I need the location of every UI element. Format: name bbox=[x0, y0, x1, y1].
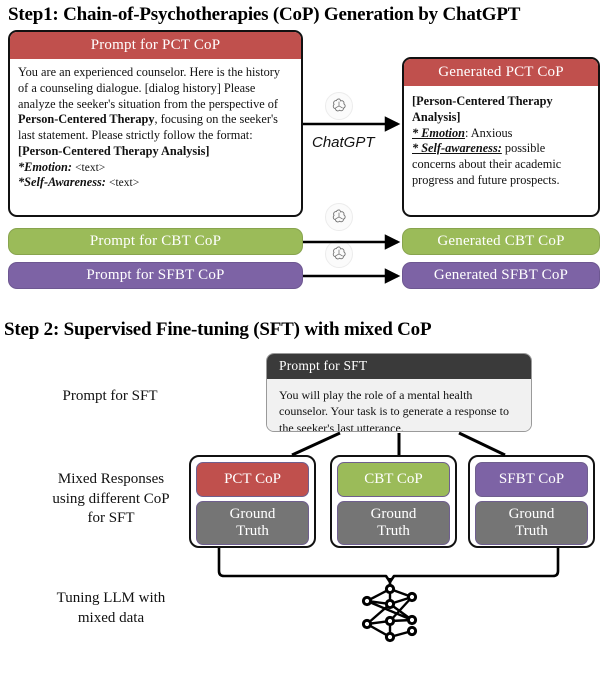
prompt-pct-format-header: [Person-Centered Therapy Analysis] bbox=[18, 143, 210, 158]
generated-pct-selfawareness-label: * Self-awareness: bbox=[412, 141, 502, 156]
sft-prompt-card: Prompt for SFT You will play the role of… bbox=[266, 353, 532, 432]
label-prompt-sft: Prompt for SFT bbox=[62, 388, 158, 404]
step2-title: Step 2: Supervised Fine-tuning (SFT) wit… bbox=[4, 319, 432, 340]
generated-pct-card: Generated PCT CoP [Person-Centered Thera… bbox=[402, 57, 600, 217]
mixed-response-group-sfbt: SFBT CoP Ground Truth bbox=[468, 455, 595, 548]
ground-truth-pill-cbt: Ground Truth bbox=[337, 501, 450, 545]
prompt-pct-field-emotion-label: *Emotion: bbox=[18, 159, 72, 174]
ground-truth-pill-pct: Ground Truth bbox=[196, 501, 309, 545]
connector-sft-to-pct bbox=[291, 431, 341, 457]
generated-pct-header: Generated PCT CoP bbox=[404, 59, 598, 87]
sft-prompt-header: Prompt for SFT bbox=[267, 354, 531, 380]
chatgpt-logo-icon bbox=[325, 240, 353, 268]
label-tuning-llm: Tuning LLM with mixed data bbox=[6, 589, 216, 628]
ground-truth-line-1: Ground bbox=[229, 505, 276, 522]
prompt-pct-field-emotion-value: <text> bbox=[75, 161, 106, 174]
ground-truth-pill-sfbt: Ground Truth bbox=[475, 501, 588, 545]
prompt-pct-card: Prompt for PCT CoP You are an experience… bbox=[8, 30, 303, 217]
ground-truth-line-1: Ground bbox=[508, 505, 555, 522]
prompt-pct-text-1: You are an experienced counselor. Here i… bbox=[18, 65, 281, 111]
prompt-sfbt-pill: Prompt for SFBT CoP bbox=[8, 262, 303, 289]
label-tuning-line-2: mixed data bbox=[77, 609, 145, 626]
prompt-pct-header: Prompt for PCT CoP bbox=[10, 32, 301, 60]
neural-network-icon bbox=[361, 583, 418, 643]
prompt-pct-field-emotion: *Emotion: <text> bbox=[18, 160, 293, 176]
prompt-pct-field-selfawareness-label: *Self-Awareness: bbox=[18, 175, 106, 190]
label-mixed-line-3: for SFT bbox=[87, 510, 135, 526]
generated-pct-emotion-label: * Emotion bbox=[412, 125, 465, 140]
cop-pill-sfbt: SFBT CoP bbox=[475, 462, 588, 497]
connector-sft-to-sfbt bbox=[458, 431, 506, 457]
label-mixed-line-1: Mixed Responses bbox=[57, 471, 165, 487]
cop-pill-cbt: CBT CoP bbox=[337, 462, 450, 497]
generated-pct-analysis-title: [Person-Centered Therapy Analysis] bbox=[412, 94, 553, 124]
label-mixed-line-2: using different CoP bbox=[52, 490, 170, 507]
chatgpt-logo-icon bbox=[325, 92, 353, 120]
label-tuning-line-1: Tuning LLM with bbox=[56, 590, 166, 606]
generated-sfbt-pill: Generated SFBT CoP bbox=[402, 262, 600, 289]
prompt-pct-paragraph: You are an experienced counselor. Here i… bbox=[18, 65, 293, 144]
prompt-pct-field-selfawareness-value: <text> bbox=[108, 177, 140, 190]
generated-pct-selfawareness-line: * Self-awareness: possible concerns abou… bbox=[412, 141, 590, 188]
prompt-pct-body: You are an experienced counselor. Here i… bbox=[10, 59, 301, 195]
generated-cbt-pill: Generated CBT CoP bbox=[402, 228, 600, 255]
ground-truth-line-2: Truth bbox=[236, 523, 269, 539]
cop-pill-pct: PCT CoP bbox=[196, 462, 309, 497]
chatgpt-logo-icon bbox=[325, 203, 353, 231]
label-mixed-responses: Mixed Responses using different CoP for … bbox=[6, 470, 216, 529]
prompt-pct-bold-therapy: Person-Centered Therapy bbox=[18, 112, 155, 127]
mixed-response-group-pct: PCT CoP Ground Truth bbox=[189, 455, 316, 548]
generated-pct-body: [Person-Centered Therapy Analysis] * Emo… bbox=[404, 86, 598, 192]
connector-brace bbox=[217, 548, 560, 584]
ground-truth-line-2: Truth bbox=[515, 523, 548, 539]
prompt-cbt-pill: Prompt for CBT CoP bbox=[8, 228, 303, 255]
chatgpt-label: ChatGPT bbox=[312, 134, 375, 151]
mixed-response-group-cbt: CBT CoP Ground Truth bbox=[330, 455, 457, 548]
generated-pct-emotion-line: * Emotion: Anxious bbox=[412, 126, 590, 142]
ground-truth-line-2: Truth bbox=[377, 523, 410, 539]
ground-truth-line-1: Ground bbox=[370, 505, 417, 522]
step1-title: Step1: Chain-of-Psychotherapies (CoP) Ge… bbox=[8, 4, 521, 25]
generated-pct-emotion-value: : Anxious bbox=[464, 125, 513, 140]
sft-prompt-body: You will play the role of a mental healt… bbox=[267, 379, 531, 431]
prompt-pct-field-selfawareness: *Self-Awareness: <text> bbox=[18, 175, 293, 191]
